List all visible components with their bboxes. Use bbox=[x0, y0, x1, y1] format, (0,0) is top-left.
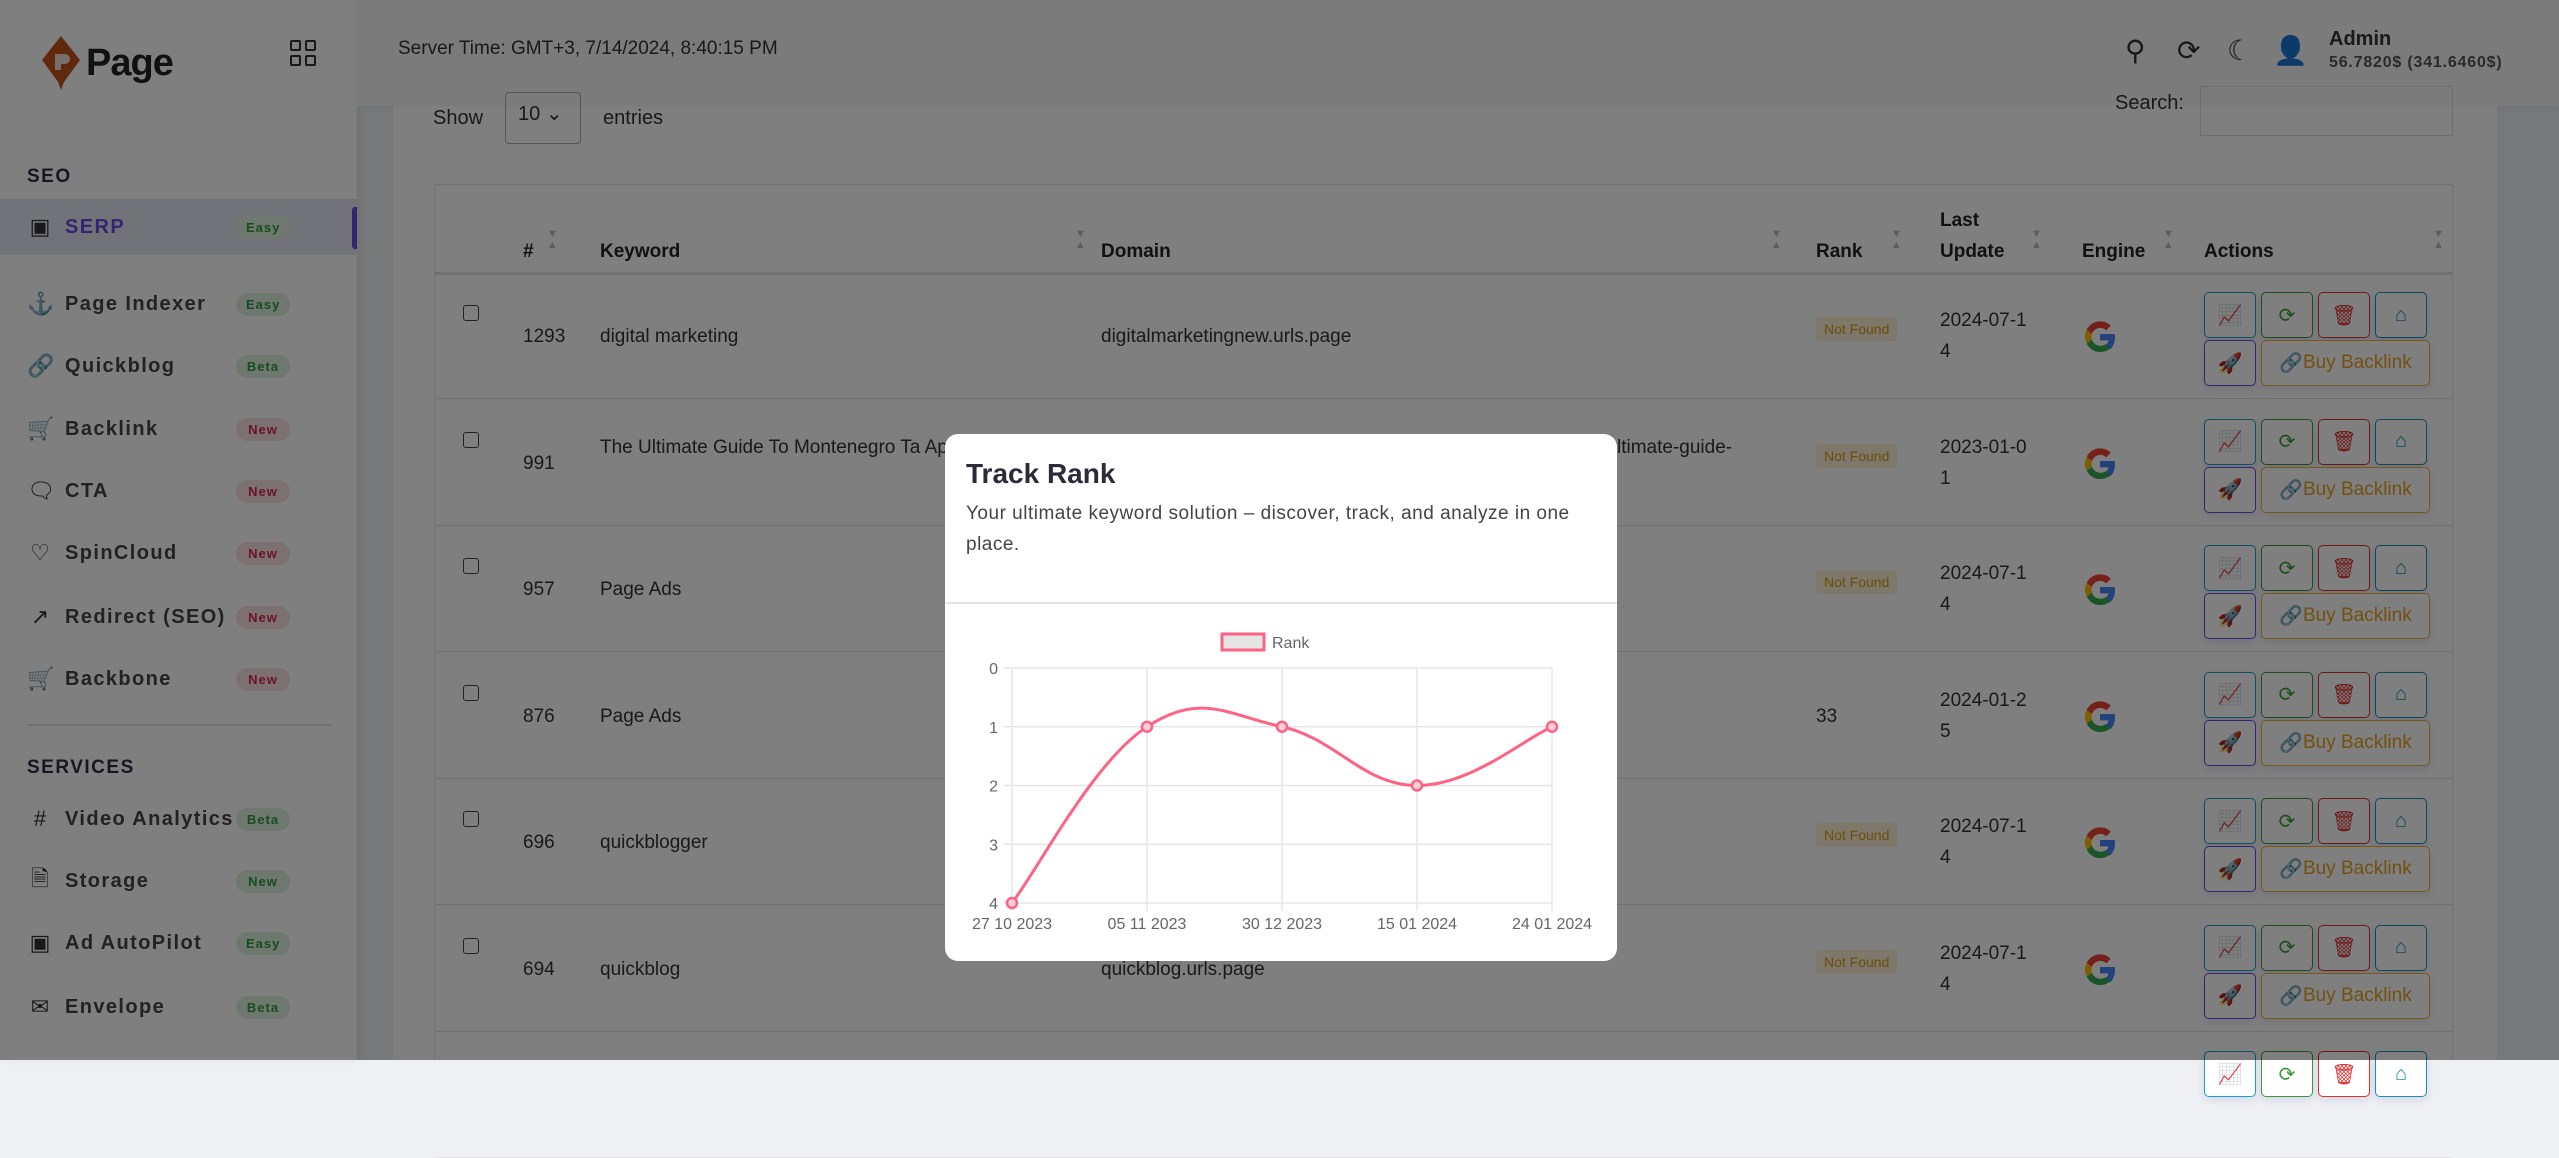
chart-icon: 📈 bbox=[2217, 1063, 2243, 1086]
home-icon: ⌂ bbox=[2394, 1062, 2408, 1085]
delete-icon: 🗑 bbox=[2331, 1063, 2357, 1086]
legend-swatch bbox=[1220, 632, 1266, 652]
refresh-icon: ⟳ bbox=[2278, 1063, 2296, 1086]
x-tick-label: 05 11 2023 bbox=[1108, 916, 1187, 933]
y-tick-label: 3 bbox=[989, 837, 998, 854]
track-rank-modal: Track Rank Your ultimate keyword solutio… bbox=[945, 434, 1617, 961]
x-tick-label: 30 12 2023 bbox=[1242, 916, 1322, 933]
y-tick-label: 0 bbox=[989, 661, 998, 678]
modal-title: Track Rank bbox=[966, 458, 1116, 489]
x-tick-label: 15 01 2024 bbox=[1377, 916, 1457, 933]
y-tick-label: 1 bbox=[989, 720, 998, 737]
data-point bbox=[1005, 896, 1019, 910]
rank-chart: 0 1 2 3 4 27 10 2023 05 11 2023 30 12 2023 15 01… bbox=[972, 632, 1592, 933]
legend-label: Rank bbox=[1272, 635, 1310, 652]
x-tick-label: 24 01 2024 bbox=[1512, 916, 1592, 933]
data-point bbox=[1140, 720, 1154, 733]
x-tick-label: 27 10 2023 bbox=[972, 916, 1052, 933]
data-point bbox=[1410, 779, 1424, 792]
data-point bbox=[1545, 720, 1559, 733]
y-tick-label: 2 bbox=[989, 779, 998, 796]
y-tick-label: 4 bbox=[989, 896, 998, 913]
modal-subtitle: Your ultimate keyword solution – discove… bbox=[966, 503, 1570, 555]
data-point bbox=[1275, 720, 1289, 733]
